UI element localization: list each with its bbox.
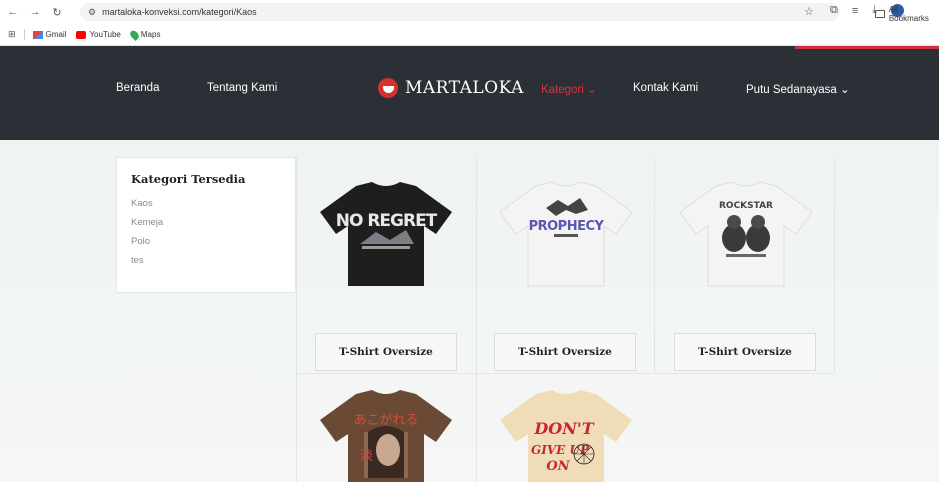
product-image-bears[interactable]: ROCKSTAR: [676, 182, 816, 288]
product-image-prophecy[interactable]: PROPHECY: [496, 182, 636, 288]
product-title[interactable]: T-Shirt Oversize: [674, 333, 816, 371]
site-info-icon[interactable]: ⚙: [88, 7, 96, 18]
logo-icon: [378, 78, 398, 98]
svg-text:DON'T: DON'T: [533, 419, 594, 438]
svg-text:ON: ON: [546, 459, 570, 474]
grid-divider: [296, 373, 834, 374]
bookmark-youtube[interactable]: YouTube: [76, 30, 121, 39]
product-image-no-regret[interactable]: NO REGRET: [316, 182, 456, 288]
sidebar-title: Kategori Tersedia: [131, 172, 246, 186]
svg-text:NO REGRET: NO REGRET: [336, 211, 438, 231]
bookmarks-bar: ⊞ Gmail YouTube Maps: [0, 24, 939, 46]
apps-grid-icon[interactable]: ⊞: [8, 29, 16, 40]
bookmark-maps[interactable]: Maps: [128, 28, 160, 41]
category-link-kemeja[interactable]: Kemeja: [131, 213, 281, 232]
bookmark-gmail[interactable]: Gmail: [32, 30, 66, 39]
address-bar[interactable]: ⚙ martaloka-konveksi.com/kategori/Kaos: [80, 3, 840, 21]
site-logo[interactable]: MARTALOKA: [378, 78, 524, 98]
bookmark-star-icon[interactable]: ☆: [804, 5, 814, 18]
svg-text:PROPHECY: PROPHECY: [529, 219, 605, 234]
product-image-anime-brown[interactable]: あこがれる 淡: [316, 390, 456, 482]
svg-text:淡: 淡: [360, 449, 373, 464]
grid-divider: [654, 157, 655, 373]
category-link-kaos[interactable]: Kaos: [131, 194, 281, 213]
forward-icon[interactable]: →: [26, 3, 44, 21]
nav-tentang-kami[interactable]: Tentang Kami: [207, 82, 277, 94]
product-title[interactable]: T-Shirt Oversize: [315, 333, 457, 371]
svg-text:あこがれる: あこがれる: [353, 413, 418, 428]
youtube-icon: [76, 30, 87, 39]
url-text: martaloka-konveksi.com/kategori/Kaos: [102, 7, 257, 17]
nav-kontak-kami[interactable]: Kontak Kami: [633, 82, 698, 94]
media-icon[interactable]: ≡: [852, 5, 858, 17]
back-icon[interactable]: ←: [4, 3, 22, 21]
category-link-polo[interactable]: Polo: [131, 232, 281, 251]
svg-text:GIVE UP: GIVE UP: [531, 443, 590, 457]
product-image-dont-give-up[interactable]: DON'T GIVE UP ON: [496, 390, 636, 482]
all-bookmarks-button[interactable]: All Bookmarks: [875, 5, 939, 23]
nav-kategori[interactable]: Kategori ⌄: [541, 82, 597, 96]
extensions-icon[interactable]: ⧉: [830, 4, 838, 17]
folder-icon: [875, 10, 885, 18]
category-sidebar: Kategori Tersedia Kaos Kemeja Polo tes: [116, 157, 296, 293]
gmail-icon: [32, 30, 43, 39]
category-link-tes[interactable]: tes: [131, 251, 281, 270]
reload-icon[interactable]: ↻: [48, 3, 66, 21]
grid-divider: [834, 157, 835, 373]
header-accent-bar: [795, 46, 939, 49]
maps-icon: [128, 28, 141, 41]
nav-user-menu[interactable]: Putu Sedanayasa ⌄: [746, 82, 850, 96]
bookmark-separator: [23, 29, 25, 40]
grid-divider: [476, 157, 477, 482]
svg-text:ROCKSTAR: ROCKSTAR: [719, 201, 773, 211]
grid-divider: [296, 157, 297, 482]
product-title[interactable]: T-Shirt Oversize: [494, 333, 636, 371]
nav-beranda[interactable]: Beranda: [116, 82, 159, 94]
